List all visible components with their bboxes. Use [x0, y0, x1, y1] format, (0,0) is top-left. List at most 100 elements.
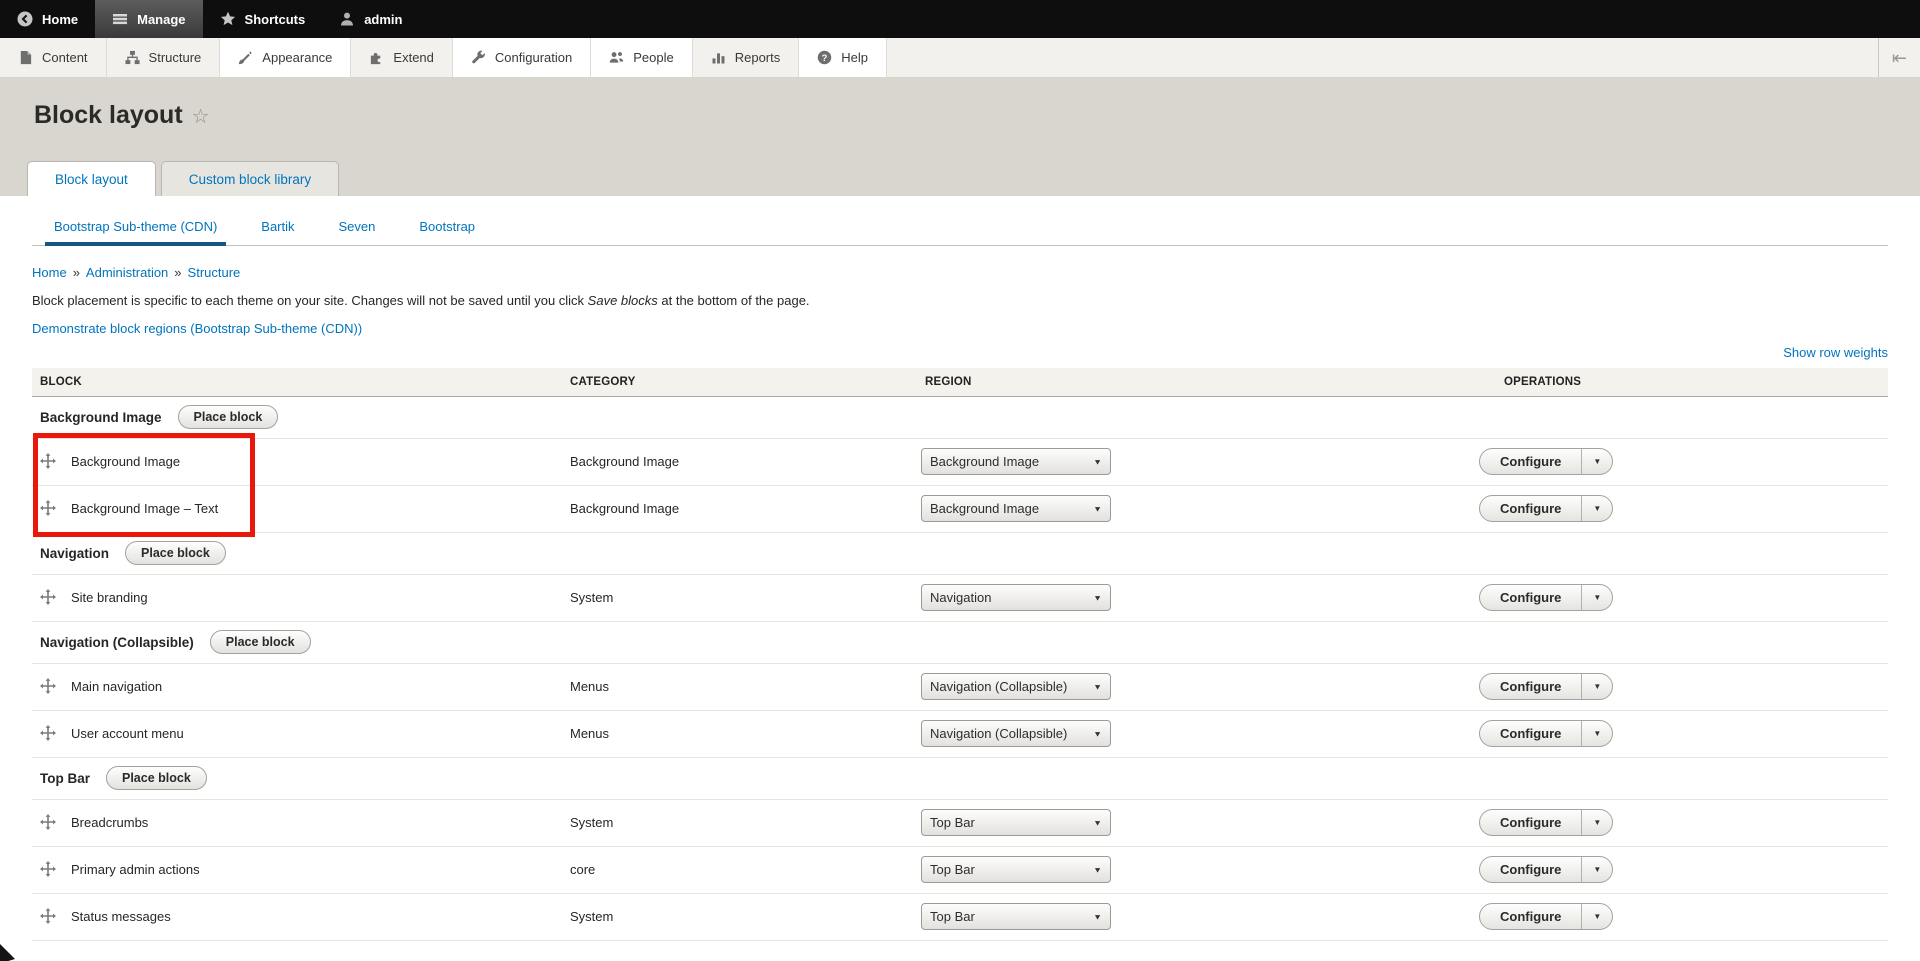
configure-dropdown-toggle[interactable]: ▼: [1581, 585, 1612, 610]
region-select[interactable]: Background Image▼: [921, 495, 1111, 522]
toolbar-items: Home Manage Shortcutsadmin: [0, 0, 420, 38]
region-select-value: Top Bar: [930, 862, 1093, 877]
configure-button[interactable]: Configure▼: [1479, 673, 1613, 700]
admin-menu-item-label: People: [633, 50, 673, 65]
configure-button[interactable]: Configure▼: [1479, 903, 1613, 930]
configure-label: Configure: [1480, 810, 1581, 835]
admin-menu-item-appearance[interactable]: Appearance: [220, 38, 351, 77]
tab-block-layout[interactable]: Block layout: [27, 161, 156, 196]
admin-menu-item-content[interactable]: Content: [0, 38, 107, 77]
puzzle-icon: [369, 50, 384, 65]
configure-dropdown-toggle[interactable]: ▼: [1581, 674, 1612, 699]
chevron-down-icon: ▼: [1093, 912, 1102, 921]
drag-handle-icon[interactable]: [40, 725, 56, 741]
region-select[interactable]: Navigation (Collapsible)▼: [921, 673, 1111, 700]
configure-label: Configure: [1480, 496, 1581, 521]
section-header-row: Navigation Place block: [32, 532, 1888, 574]
configure-button[interactable]: Configure▼: [1479, 584, 1613, 611]
tab-custom-block-library[interactable]: Custom block library: [161, 161, 339, 196]
star-icon: [220, 11, 236, 27]
configure-button[interactable]: Configure▼: [1479, 856, 1613, 883]
block-name: Breadcrumbs: [71, 815, 148, 830]
favorite-star-icon[interactable]: ☆: [192, 106, 210, 128]
region-select-value: Top Bar: [930, 909, 1093, 924]
drag-handle-icon[interactable]: [40, 908, 56, 924]
theme-tab-bartik[interactable]: Bartik: [252, 210, 303, 245]
page-description: Block placement is specific to each them…: [32, 293, 1888, 308]
region-select[interactable]: Navigation (Collapsible)▼: [921, 720, 1111, 747]
admin-menu-item-extend[interactable]: Extend: [351, 38, 452, 77]
document-icon: [18, 50, 33, 65]
drag-handle-icon[interactable]: [40, 861, 56, 877]
drag-handle-icon[interactable]: [40, 589, 56, 605]
configure-dropdown-toggle[interactable]: ▼: [1581, 904, 1612, 929]
region-select[interactable]: Top Bar▼: [921, 809, 1111, 836]
demonstrate-block-regions-link[interactable]: Demonstrate block regions (Bootstrap Sub…: [32, 321, 362, 336]
region-select[interactable]: Top Bar▼: [921, 856, 1111, 883]
place-block-button[interactable]: Place block: [210, 630, 311, 654]
menu-icon: [112, 11, 128, 27]
section-header-row: Navigation (Collapsible)Place block: [32, 621, 1888, 663]
toolbar-item-shortcuts[interactable]: Shortcuts: [203, 0, 323, 38]
admin-menu-item-people[interactable]: People: [591, 38, 692, 77]
region-select[interactable]: Background Image▼: [921, 448, 1111, 475]
admin-menu-item-help[interactable]: ?Help: [799, 38, 887, 77]
configure-dropdown-toggle[interactable]: ▼: [1581, 496, 1612, 521]
region-select[interactable]: Top Bar▼: [921, 903, 1111, 930]
table-row: Status messagesSystemTop Bar▼Configure▼: [32, 893, 1888, 940]
configure-label: Configure: [1480, 674, 1581, 699]
mouse-cursor: [0, 944, 15, 961]
region-section-title: Navigation: [40, 546, 109, 561]
configure-dropdown-toggle[interactable]: ▼: [1581, 810, 1612, 835]
configure-label: Configure: [1480, 585, 1581, 610]
configure-dropdown-toggle[interactable]: ▼: [1581, 449, 1612, 474]
region-select-value: Background Image: [930, 501, 1093, 516]
theme-tab-bootstrap-sub-theme-cdn[interactable]: Bootstrap Sub-theme (CDN): [45, 210, 226, 246]
toggle-orientation-icon[interactable]: ⇤: [1892, 49, 1907, 67]
theme-tab-seven[interactable]: Seven: [330, 210, 385, 245]
configure-label: Configure: [1480, 721, 1581, 746]
description-text: Block placement is specific to each them…: [32, 293, 588, 308]
description-text-end: at the bottom of the page.: [658, 293, 810, 308]
toolbar-item-admin[interactable]: admin: [322, 0, 419, 38]
admin-menu-items: ContentStructureAppearanceExtendConfigur…: [0, 38, 887, 77]
region-select-value: Navigation: [930, 590, 1093, 605]
breadcrumb-link-administration[interactable]: Administration: [86, 265, 168, 280]
table-row: Site brandingSystemNavigation▼Configure▼: [32, 574, 1888, 621]
region-section-title: Top Bar: [40, 771, 90, 786]
toolbar-item-home[interactable]: Home: [0, 0, 95, 38]
place-block-button[interactable]: Place block: [178, 405, 279, 429]
place-block-button[interactable]: Place block: [106, 766, 207, 790]
configure-button[interactable]: Configure▼: [1479, 720, 1613, 747]
admin-menu-tray: ContentStructureAppearanceExtendConfigur…: [0, 38, 1920, 77]
configure-button[interactable]: Configure▼: [1479, 448, 1613, 475]
admin-menu-item-reports[interactable]: Reports: [693, 38, 800, 77]
configure-dropdown-toggle[interactable]: ▼: [1581, 721, 1612, 746]
show-row-weights-link[interactable]: Show row weights: [1783, 345, 1888, 360]
admin-menu-item-configuration[interactable]: Configuration: [453, 38, 591, 77]
drag-handle-icon[interactable]: [40, 678, 56, 694]
primary-tabs: Block layoutCustom block library: [27, 161, 344, 196]
breadcrumb-separator: »: [73, 265, 80, 280]
admin-menu-item-structure[interactable]: Structure: [107, 38, 221, 77]
drag-handle-icon[interactable]: [40, 500, 56, 516]
drag-handle-icon[interactable]: [40, 814, 56, 830]
region-select[interactable]: Navigation▼: [921, 584, 1111, 611]
place-block-button[interactable]: Place block: [125, 541, 226, 565]
admin-menu-item-label: Reports: [735, 50, 781, 65]
toolbar-item-label: Manage: [137, 12, 185, 27]
configure-button[interactable]: Configure▼: [1479, 809, 1613, 836]
configure-dropdown-toggle[interactable]: ▼: [1581, 857, 1612, 882]
table-row: Background Image – TextBackground ImageB…: [32, 485, 1888, 532]
drag-handle-icon[interactable]: [40, 453, 56, 469]
breadcrumb-link-structure[interactable]: Structure: [188, 265, 241, 280]
section-header-row: Top Bar Place block: [32, 757, 1888, 799]
theme-tab-bootstrap[interactable]: Bootstrap: [410, 210, 484, 245]
toolbar-item-manage[interactable]: Manage: [95, 0, 202, 38]
block-name: Background Image: [71, 454, 180, 469]
back-arrow-icon: [17, 11, 33, 27]
page-title: Block layout: [34, 101, 183, 129]
main-content: Bootstrap Sub-theme (CDN) Bartik Seven Boot…: [0, 210, 1920, 941]
breadcrumb-link-home[interactable]: Home: [32, 265, 67, 280]
configure-button[interactable]: Configure▼: [1479, 495, 1613, 522]
